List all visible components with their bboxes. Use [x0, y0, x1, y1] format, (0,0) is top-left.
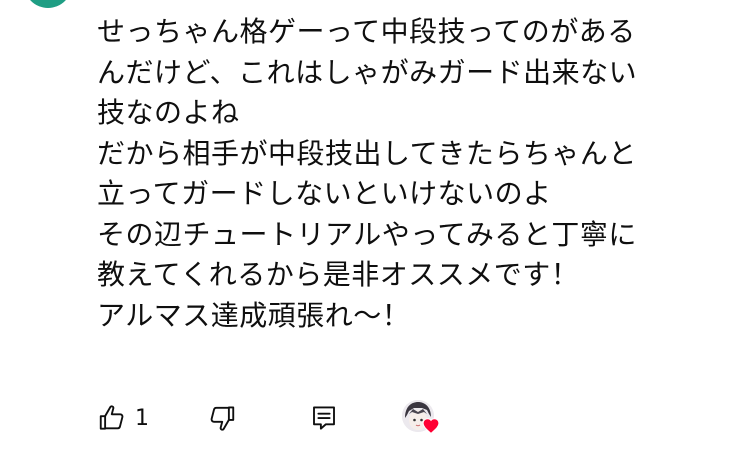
- comment-line: 教えてくれるから是非オススメです！: [97, 258, 580, 291]
- thumb-up-icon: [97, 403, 127, 433]
- commenter-avatar[interactable]: [24, 0, 72, 8]
- reply-button[interactable]: [309, 398, 339, 438]
- dislike-button[interactable]: [207, 398, 237, 438]
- like-count: 1: [135, 405, 149, 431]
- like-button[interactable]: 1: [97, 398, 149, 438]
- comment-line: んだけど、これはしゃがみガード出来ない: [97, 55, 638, 89]
- thumb-down-icon: [207, 403, 237, 433]
- comment-line: 立ってガードしないといけないのよ: [97, 177, 552, 210]
- creator-avatar: [402, 400, 440, 438]
- heart-icon: [422, 417, 440, 438]
- creator-heart-badge: [402, 398, 440, 438]
- comment-line: せっちゃん格ゲーって中段技ってのがある: [97, 15, 636, 48]
- comment-line: 技なのよね: [97, 96, 240, 129]
- comment-text: せっちゃん格ゲーって中段技ってのがある んだけど、これはしゃがみガード出来ない …: [97, 12, 737, 336]
- comment-line: だから相手が中段技出してきたらちゃんと: [97, 136, 637, 170]
- reply-icon: [309, 403, 339, 433]
- comment-line: アルマス達成頑張れ〜！: [97, 298, 411, 332]
- comment-actions: 1: [97, 398, 697, 438]
- comment-line: その辺チュートリアルやってみると丁寧に: [97, 217, 637, 251]
